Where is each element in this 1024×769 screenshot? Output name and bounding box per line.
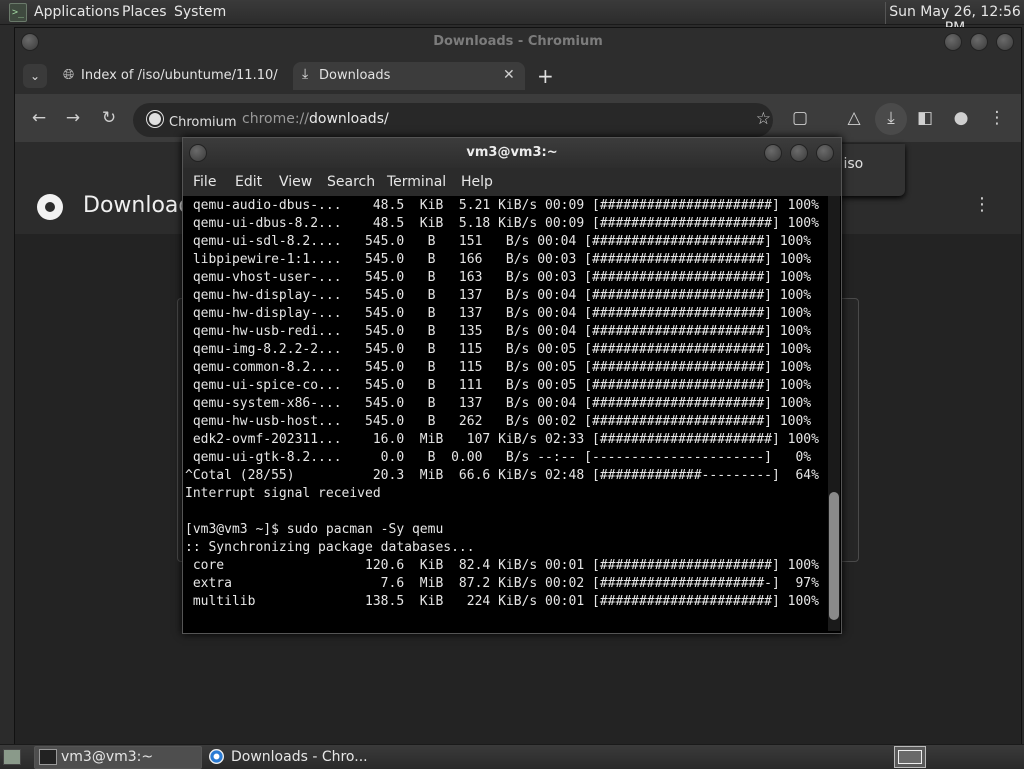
- menu-view[interactable]: View: [279, 174, 312, 190]
- url-text[interactable]: chrome://downloads/: [242, 111, 389, 127]
- menu-file[interactable]: File: [193, 174, 216, 190]
- tab-search-button[interactable]: ⌄: [23, 64, 47, 88]
- page-menu-icon[interactable]: ⋮: [973, 194, 991, 215]
- applications-menu[interactable]: Applications: [34, 4, 120, 20]
- terminal-line: qemu-hw-display-... 545.0 B 137 B/s 00:0…: [185, 306, 812, 321]
- url-path: downloads/: [309, 111, 389, 127]
- bookmark-star-icon[interactable]: ☆: [756, 109, 771, 129]
- terminal-output[interactable]: qemu-audio-dbus-... 48.5 KiB 5.21 KiB/s …: [185, 196, 827, 631]
- chromium-titlebar[interactable]: Downloads - Chromium: [15, 28, 1021, 56]
- close-icon[interactable]: [816, 144, 834, 162]
- terminal-line: qemu-common-8.2.... 545.0 B 115 B/s 00:0…: [185, 360, 812, 375]
- download-bubble-filename: .iso: [839, 156, 864, 172]
- bottom-taskbar: vm3@vm3:~ Downloads - Chro...: [0, 744, 1024, 769]
- terminal-menubar: File Edit View Search Terminal Help: [183, 168, 841, 196]
- tab-index-of-iso[interactable]: 🌐︎ Index of /iso/ubuntume/11.10/: [55, 62, 287, 90]
- forward-icon[interactable]: →: [61, 108, 85, 128]
- extensions-icon[interactable]: ▢: [788, 108, 812, 128]
- terminal-line: qemu-img-8.2.2-2... 545.0 B 115 B/s 00:0…: [185, 342, 812, 357]
- address-bar[interactable]: Chromium chrome://downloads/ ☆: [133, 103, 773, 137]
- workspace-switcher[interactable]: [894, 746, 926, 768]
- terminal-line: [vm3@vm3 ~]$ sudo pacman -Sy qemu: [185, 522, 444, 537]
- terminal-line: qemu-hw-usb-host... 545.0 B 262 B/s 00:0…: [185, 414, 812, 429]
- download-icon: ⤓: [302, 66, 309, 82]
- top-panel: >_ Applications Places System Sun May 26…: [0, 0, 1024, 36]
- terminal-line: libpipewire-1:1.... 545.0 B 166 B/s 00:0…: [185, 252, 812, 267]
- site-info-chip[interactable]: Chromium: [147, 111, 237, 130]
- menu-terminal[interactable]: Terminal: [387, 174, 446, 190]
- back-icon[interactable]: ←: [27, 108, 51, 128]
- terminal-icon: [39, 749, 57, 765]
- url-prefix: chrome://: [242, 111, 309, 127]
- panel-clock[interactable]: Sun May 26, 12:56 PM: [885, 2, 1024, 36]
- page-title: Download: [83, 193, 193, 218]
- menu-help[interactable]: Help: [461, 174, 493, 190]
- scrollbar-thumb[interactable]: [829, 492, 839, 620]
- side-panel-icon[interactable]: ◧: [913, 108, 937, 128]
- taskbar-task-label: Downloads - Chro...: [231, 749, 368, 765]
- chromium-icon: [147, 111, 163, 127]
- chromium-icon: [209, 749, 224, 764]
- terminal-launcher-icon[interactable]: >_: [9, 3, 27, 22]
- chromium-logo-icon: [37, 194, 63, 220]
- show-desktop-icon[interactable]: [3, 749, 21, 765]
- terminal-line: qemu-system-x86-... 545.0 B 137 B/s 00:0…: [185, 396, 812, 411]
- globe-icon: 🌐︎: [63, 67, 75, 83]
- tab-label: Index of /iso/ubuntume/11.10/: [81, 68, 278, 83]
- maximize-icon[interactable]: [970, 33, 988, 51]
- terminal-titlebar[interactable]: vm3@vm3:~: [183, 138, 841, 168]
- terminal-line: ^Cotal (28/55) 20.3 MiB 66.6 KiB/s 02:48…: [185, 468, 819, 483]
- labs-flask-icon[interactable]: △: [842, 108, 866, 128]
- terminal-window: vm3@vm3:~ File Edit View Search Terminal…: [182, 137, 842, 634]
- terminal-line: :: Synchronizing package databases...: [185, 540, 475, 555]
- terminal-line: qemu-ui-dbus-8.2... 48.5 KiB 5.18 KiB/s …: [185, 216, 819, 231]
- terminal-line: qemu-hw-usb-redi... 545.0 B 135 B/s 00:0…: [185, 324, 812, 339]
- reload-icon[interactable]: ↻: [97, 108, 121, 128]
- terminal-lines: qemu-audio-dbus-... 48.5 KiB 5.21 KiB/s …: [185, 197, 819, 611]
- profile-icon[interactable]: ●: [949, 108, 973, 128]
- new-tab-button[interactable]: +: [537, 64, 554, 88]
- terminal-line: Interrupt signal received: [185, 486, 381, 501]
- terminal-line: qemu-ui-spice-co... 545.0 B 111 B/s 00:0…: [185, 378, 812, 393]
- terminal-line: multilib 138.5 KiB 224 KiB/s 00:01 [####…: [185, 594, 819, 609]
- terminal-line: core 120.6 KiB 82.4 KiB/s 00:01 [#######…: [185, 558, 819, 573]
- chromium-window-title: Downloads - Chromium: [433, 34, 603, 49]
- menu-edit[interactable]: Edit: [235, 174, 262, 190]
- site-chip-label: Chromium: [169, 115, 237, 130]
- close-tab-icon[interactable]: ✕: [503, 67, 515, 83]
- terminal-line: qemu-audio-dbus-... 48.5 KiB 5.21 KiB/s …: [185, 198, 819, 213]
- tab-label: Downloads: [319, 68, 391, 83]
- taskbar-task-label: vm3@vm3:~: [61, 749, 154, 765]
- menu-kebab-icon[interactable]: ⋮: [985, 108, 1009, 128]
- terminal-title: vm3@vm3:~: [466, 145, 558, 160]
- terminal-scrollbar[interactable]: [828, 196, 840, 631]
- system-menu[interactable]: System: [174, 4, 226, 20]
- terminal-line: qemu-ui-sdl-8.2.... 545.0 B 151 B/s 00:0…: [185, 234, 812, 249]
- menu-search[interactable]: Search: [327, 174, 375, 190]
- terminal-line: edk2-ovmf-202311... 16.0 MiB 107 KiB/s 0…: [185, 432, 819, 447]
- taskbar-chromium-button[interactable]: Downloads - Chro...: [204, 746, 372, 769]
- taskbar-terminal-button[interactable]: vm3@vm3:~: [34, 746, 202, 769]
- tab-downloads[interactable]: ⤓ Downloads ✕: [293, 62, 525, 90]
- maximize-icon[interactable]: [790, 144, 808, 162]
- download-bubble[interactable]: .iso: [833, 144, 905, 196]
- places-menu[interactable]: Places: [122, 4, 167, 20]
- minimize-icon[interactable]: [764, 144, 782, 162]
- close-icon[interactable]: [996, 33, 1014, 51]
- terminal-line: extra 7.6 MiB 87.2 KiB/s 00:02 [########…: [185, 576, 819, 591]
- terminal-line: qemu-ui-gtk-8.2.... 0.0 B 0.00 B/s --:--…: [185, 450, 812, 465]
- terminal-line: qemu-hw-display-... 545.0 B 137 B/s 00:0…: [185, 288, 812, 303]
- minimize-icon[interactable]: [944, 33, 962, 51]
- terminal-line: qemu-vhost-user-... 545.0 B 163 B/s 00:0…: [185, 270, 812, 285]
- download-icon[interactable]: ⤓: [879, 108, 903, 128]
